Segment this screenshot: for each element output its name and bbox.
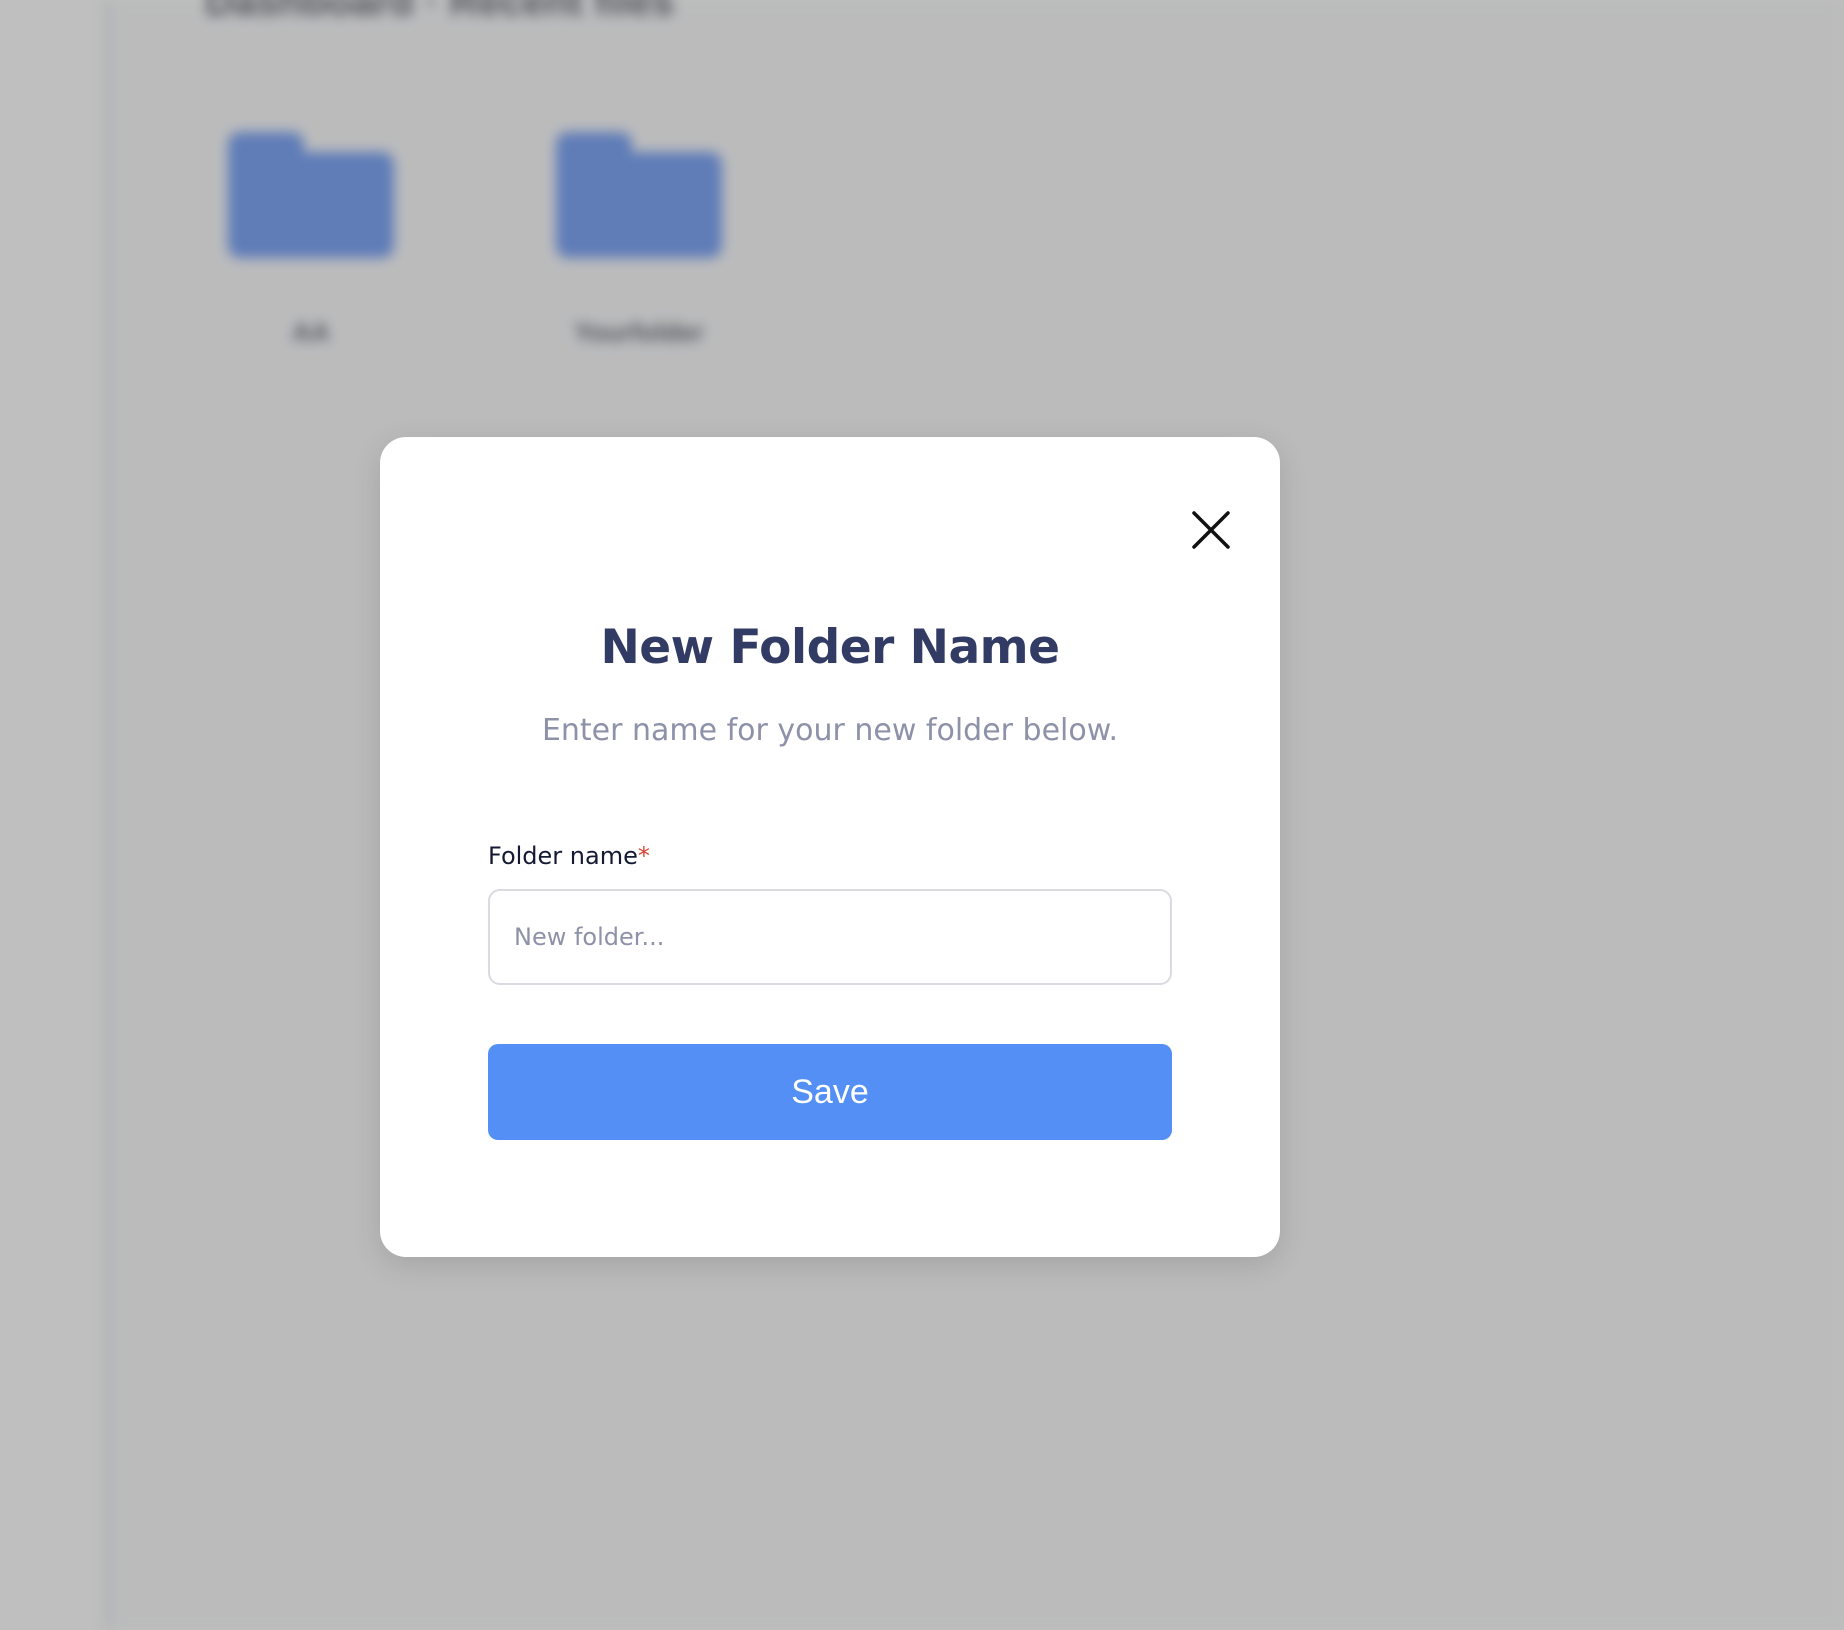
required-marker: * — [637, 842, 650, 870]
save-button[interactable]: Save — [488, 1044, 1172, 1140]
folder-name-label-text: Folder name — [488, 842, 638, 870]
dialog-title: New Folder Name — [600, 620, 1060, 675]
folder-name-input[interactable] — [488, 889, 1172, 985]
close-button[interactable] — [1184, 503, 1238, 557]
folder-name-label: Folder name* — [488, 842, 650, 870]
close-icon — [1192, 511, 1230, 549]
dialog-subtitle: Enter name for your new folder below. — [541, 713, 1119, 748]
